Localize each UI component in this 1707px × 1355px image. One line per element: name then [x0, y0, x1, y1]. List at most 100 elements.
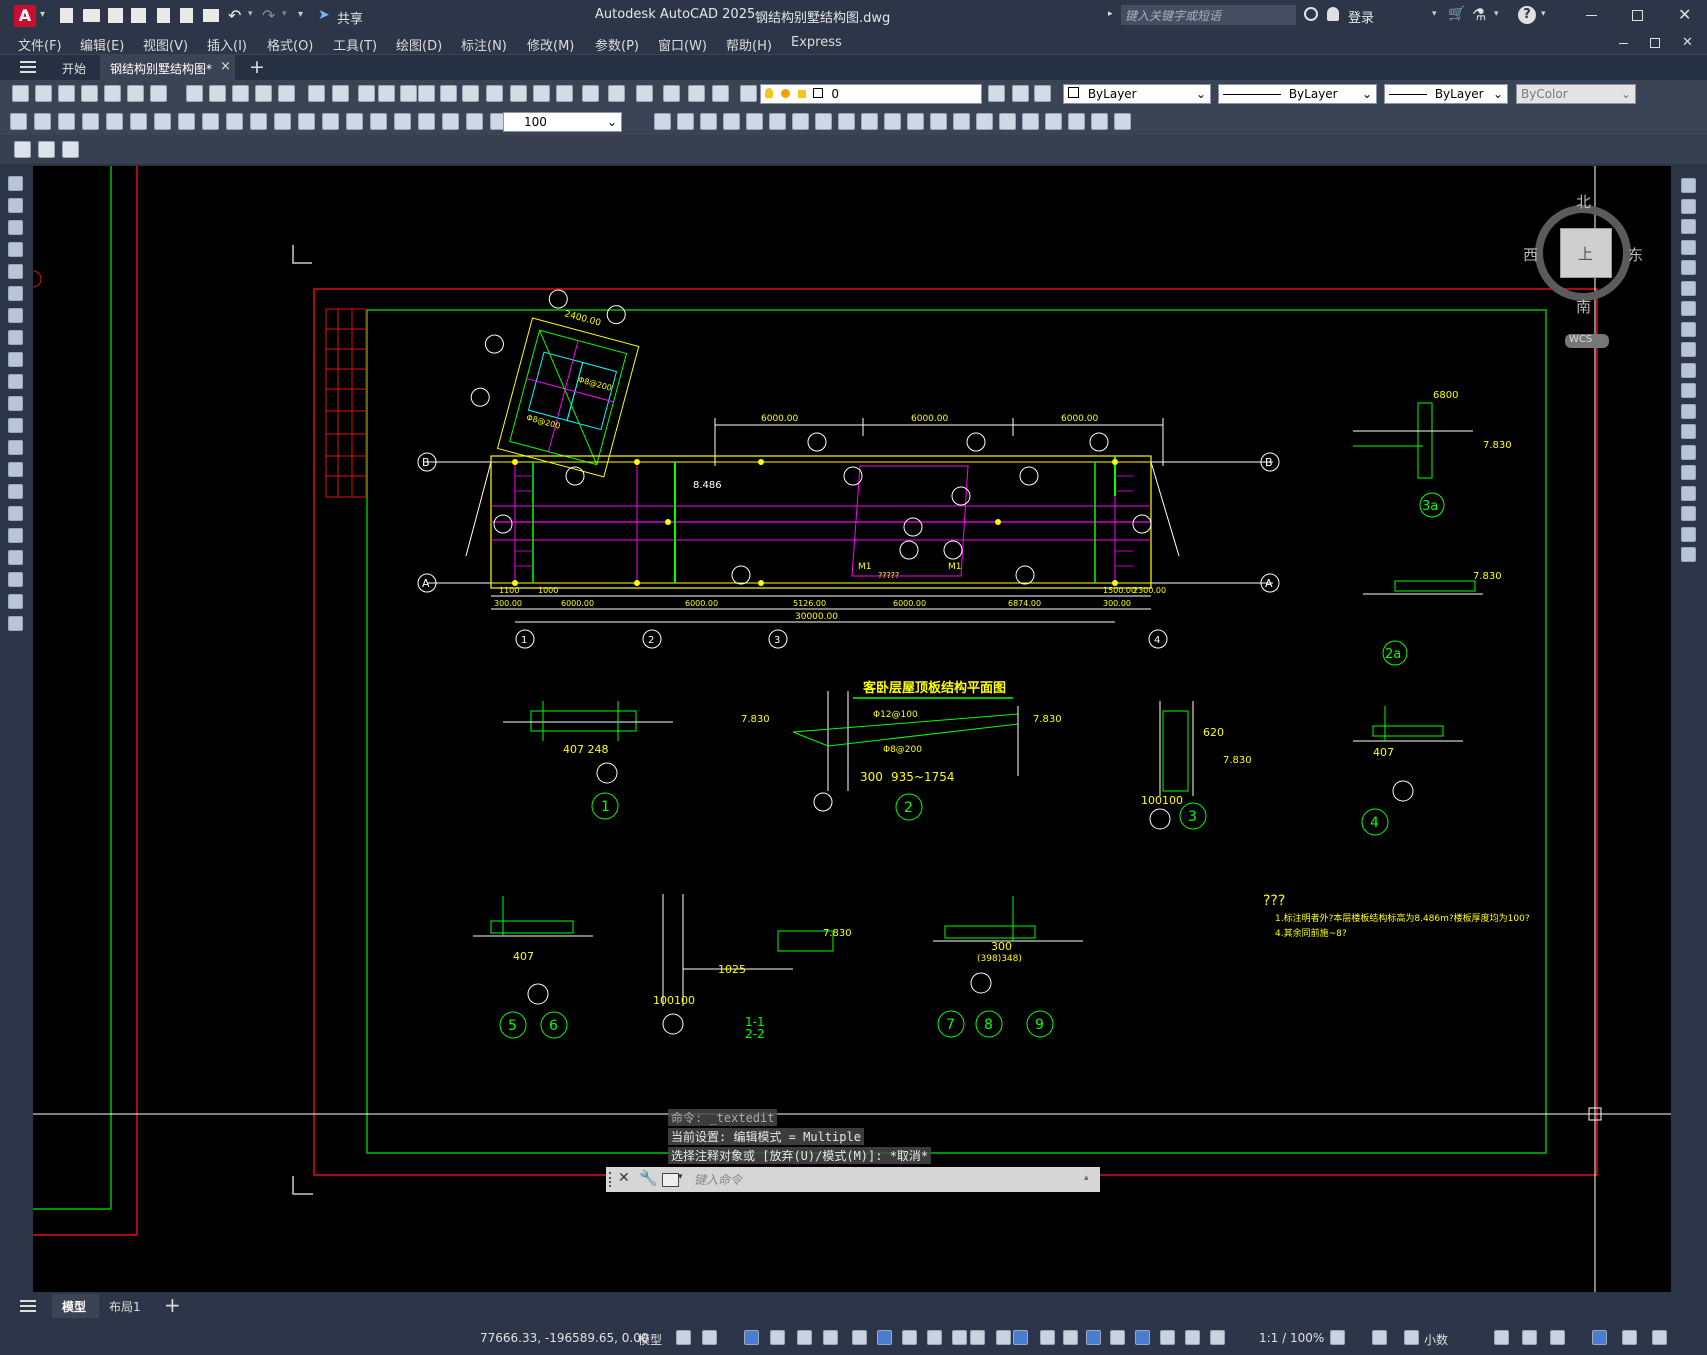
dim-tool-37-icon[interactable]: [999, 113, 1016, 130]
modify-tool-17-icon[interactable]: [1681, 506, 1696, 521]
viewcube-east[interactable]: 东: [1628, 244, 1643, 265]
menu-format[interactable]: 格式(O): [267, 35, 313, 54]
status-toggle-31-icon[interactable]: [1652, 1330, 1667, 1345]
model-space-button[interactable]: 模型: [638, 1331, 662, 1348]
dim-tool-6-icon[interactable]: [130, 113, 147, 130]
draw-tool-19-icon[interactable]: [8, 572, 23, 587]
status-toggle-21-icon[interactable]: [1185, 1330, 1200, 1345]
dim-tool-39-icon[interactable]: [1045, 113, 1062, 130]
draw-tool-3-icon[interactable]: [8, 220, 23, 235]
modify-tool-13-icon[interactable]: [1681, 424, 1696, 439]
status-toggle-22-icon[interactable]: [1210, 1330, 1225, 1345]
draw-tool-13-icon[interactable]: [8, 440, 23, 455]
add-layout-button[interactable]: +: [164, 1293, 181, 1317]
draw-tool-12-icon[interactable]: [8, 418, 23, 433]
dim-tool-8-icon[interactable]: [178, 113, 195, 130]
status-toggle-20-icon[interactable]: [1160, 1330, 1175, 1345]
std-tool-33-icon[interactable]: [1012, 85, 1029, 102]
dim-tool-35-icon[interactable]: [953, 113, 970, 130]
help-dropdown-icon[interactable]: ▾: [1541, 9, 1546, 19]
plotstyle-dropdown[interactable]: ByColor ⌄: [1516, 84, 1636, 104]
dim-tool-30-icon[interactable]: [838, 113, 855, 130]
search-icon[interactable]: [1304, 7, 1318, 21]
std-tool-13-icon[interactable]: [308, 85, 325, 102]
status-toggle-16-icon[interactable]: [1063, 1330, 1078, 1345]
std-tool-7-icon[interactable]: [150, 85, 167, 102]
plot-icon[interactable]: [157, 8, 170, 23]
new-file-icon[interactable]: [60, 8, 73, 23]
status-toggle-24-icon[interactable]: [1372, 1330, 1387, 1345]
draw-tool-2-icon[interactable]: [8, 198, 23, 213]
dim-tool-38-icon[interactable]: [1022, 113, 1039, 130]
status-toggle-13-icon[interactable]: [996, 1330, 1011, 1345]
draw-tool-16-icon[interactable]: [8, 506, 23, 521]
status-toggle-26-icon[interactable]: [1494, 1330, 1509, 1345]
annotation-scale[interactable]: 1:1 / 100%: [1259, 1331, 1324, 1345]
dim-tool-10-icon[interactable]: [226, 113, 243, 130]
status-toggle-2-icon[interactable]: [702, 1330, 717, 1345]
viewcube-north[interactable]: 北: [1576, 191, 1591, 212]
modify-tool-1-icon[interactable]: [1681, 178, 1696, 193]
tab-layout1[interactable]: 布局1: [101, 1294, 151, 1318]
std-tool-29-icon[interactable]: [688, 85, 705, 102]
viewcube-south[interactable]: 南: [1576, 296, 1591, 317]
hamburger-menu-icon[interactable]: [20, 61, 36, 73]
status-toggle-4-icon[interactable]: [770, 1330, 785, 1345]
dim-tool-14-icon[interactable]: [322, 113, 339, 130]
dim-tool-16-icon[interactable]: [370, 113, 387, 130]
menu-draw[interactable]: 绘图(D): [396, 35, 442, 54]
std-tool-9-icon[interactable]: [209, 85, 226, 102]
menu-window[interactable]: 窗口(W): [658, 35, 707, 54]
dim-tool-42-icon[interactable]: [1114, 113, 1131, 130]
std-tool-23-icon[interactable]: [533, 85, 550, 102]
dim-tool-23-icon[interactable]: [677, 113, 694, 130]
login-button[interactable]: 登录: [1348, 7, 1374, 26]
doc-close-icon[interactable]: ✕: [1682, 35, 1693, 50]
customize-qat-icon[interactable]: ▾: [298, 9, 303, 20]
doc-restore-icon[interactable]: [1650, 38, 1660, 48]
std-tool-21-icon[interactable]: [486, 85, 503, 102]
modify-tool-10-icon[interactable]: [1681, 362, 1696, 378]
coordinates-readout[interactable]: 77666.33, -196589.65, 0.00: [480, 1331, 648, 1345]
share-button[interactable]: 共享: [337, 8, 363, 27]
lineweight-dropdown[interactable]: ByLayer ⌄: [1384, 84, 1508, 104]
viewcube-face-top[interactable]: 上: [1560, 228, 1612, 278]
status-toggle-7-icon[interactable]: [852, 1330, 867, 1345]
std-tool-30-icon[interactable]: [712, 85, 729, 102]
std-tool-11-icon[interactable]: [255, 85, 272, 102]
draw-tool-21-icon[interactable]: [8, 616, 23, 631]
dim-tool-3-icon[interactable]: [58, 113, 75, 130]
draw-tool-20-icon[interactable]: [8, 594, 23, 609]
status-toggle-19-icon[interactable]: [1135, 1330, 1150, 1345]
draw-tool-7-icon[interactable]: [8, 308, 23, 323]
menu-file[interactable]: 文件(F): [18, 35, 62, 54]
open-folder-icon[interactable]: [83, 9, 100, 22]
std-tool-20-icon[interactable]: [462, 85, 479, 102]
viewcube[interactable]: 上 北 南 西 东: [1523, 191, 1648, 321]
draw-tool-14-icon[interactable]: [8, 462, 23, 477]
redo-icon[interactable]: ↷: [262, 6, 275, 25]
modify-tool-2-icon[interactable]: [1681, 198, 1696, 214]
dim-tool-31-icon[interactable]: [861, 113, 878, 130]
status-toggle-6-icon[interactable]: [823, 1330, 838, 1345]
command-input[interactable]: 键入命令: [694, 1171, 1084, 1188]
dim-tool-13-icon[interactable]: [298, 113, 315, 130]
cart-icon[interactable]: 🛒: [1448, 6, 1465, 22]
modify-tool-8-icon[interactable]: [1681, 321, 1696, 337]
drawing-canvas[interactable]: 2400.00 Φ8@200 Φ8@200 6000.00 6000.00 60…: [33, 166, 1671, 1292]
dim-tool-24-icon[interactable]: [700, 113, 717, 130]
help-icon[interactable]: ?: [1518, 6, 1536, 24]
status-toggle-8-icon[interactable]: [877, 1330, 892, 1345]
dim-tool-36-icon[interactable]: [976, 113, 993, 130]
draw-tool-11-icon[interactable]: [8, 396, 23, 411]
draw-tool-17-icon[interactable]: [8, 528, 23, 543]
dim-tool-2-icon[interactable]: [34, 113, 51, 130]
wcs-menu[interactable]: WCS: [1565, 334, 1609, 348]
modify-tool-12-icon[interactable]: [1681, 403, 1696, 419]
status-toggle-14-icon[interactable]: [1013, 1330, 1028, 1345]
maximize-icon[interactable]: [1632, 10, 1643, 21]
new-tab-button[interactable]: +: [249, 56, 265, 78]
modify-tool-11-icon[interactable]: [1681, 383, 1696, 398]
menu-parametric[interactable]: 参数(P): [595, 35, 639, 54]
user-icon[interactable]: [1327, 7, 1339, 21]
